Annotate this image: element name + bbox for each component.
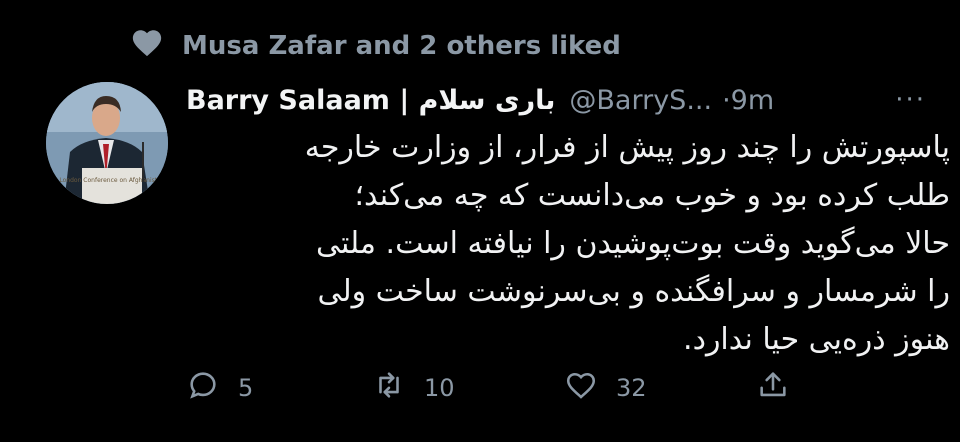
reply-button[interactable]: 5	[186, 366, 253, 410]
tweet-text-line: پاسپورتش را چند روز پیش از فرار، از وزار…	[304, 130, 950, 165]
tweet-text: پاسپورتش را چند روز پیش از فرار، از وزار…	[230, 124, 950, 364]
tweet-header: Barry Salaam | باری سلام @BarryS... ·9m …	[186, 80, 926, 120]
tweet-text-line: را شرمسار و سرافگنده و بی‌سرنوشت ساخت ول…	[317, 274, 950, 309]
social-context[interactable]: Musa Zafar and 2 others liked	[130, 26, 621, 66]
tweet-time[interactable]: ·9m	[722, 85, 774, 116]
heart-icon	[130, 26, 164, 67]
retweet-icon	[372, 368, 406, 408]
tweet-actions: 5 10 32	[186, 366, 796, 410]
more-options-button[interactable]: ···	[895, 85, 926, 115]
like-button[interactable]: 32	[564, 366, 647, 410]
tweet-text-line: طلب کرده بود و خوب می‌دانست که چه می‌کند…	[354, 178, 950, 213]
tweet-text-line: هنوز ذره‌یی حیا ندارد.	[683, 322, 950, 357]
avatar-sign-text: London Conference on Afghanistan	[59, 177, 164, 184]
reply-count: 5	[238, 374, 254, 402]
author-handle[interactable]: @BarryS...	[569, 85, 712, 116]
retweet-button[interactable]: 10	[372, 366, 455, 410]
like-count: 32	[616, 374, 647, 402]
share-icon	[756, 368, 790, 408]
share-button[interactable]	[756, 366, 790, 410]
avatar[interactable]: London Conference on Afghanistan	[46, 82, 168, 204]
like-icon	[564, 368, 598, 408]
tweet-text-line: حالا می‌گوید وقت بوت‌پوشیدن را نیافته اس…	[315, 226, 950, 261]
social-context-text: Musa Zafar and 2 others liked	[182, 31, 621, 61]
reply-icon	[186, 368, 220, 408]
author-name[interactable]: Barry Salaam | باری سلام	[186, 85, 555, 116]
retweet-count: 10	[424, 374, 455, 402]
